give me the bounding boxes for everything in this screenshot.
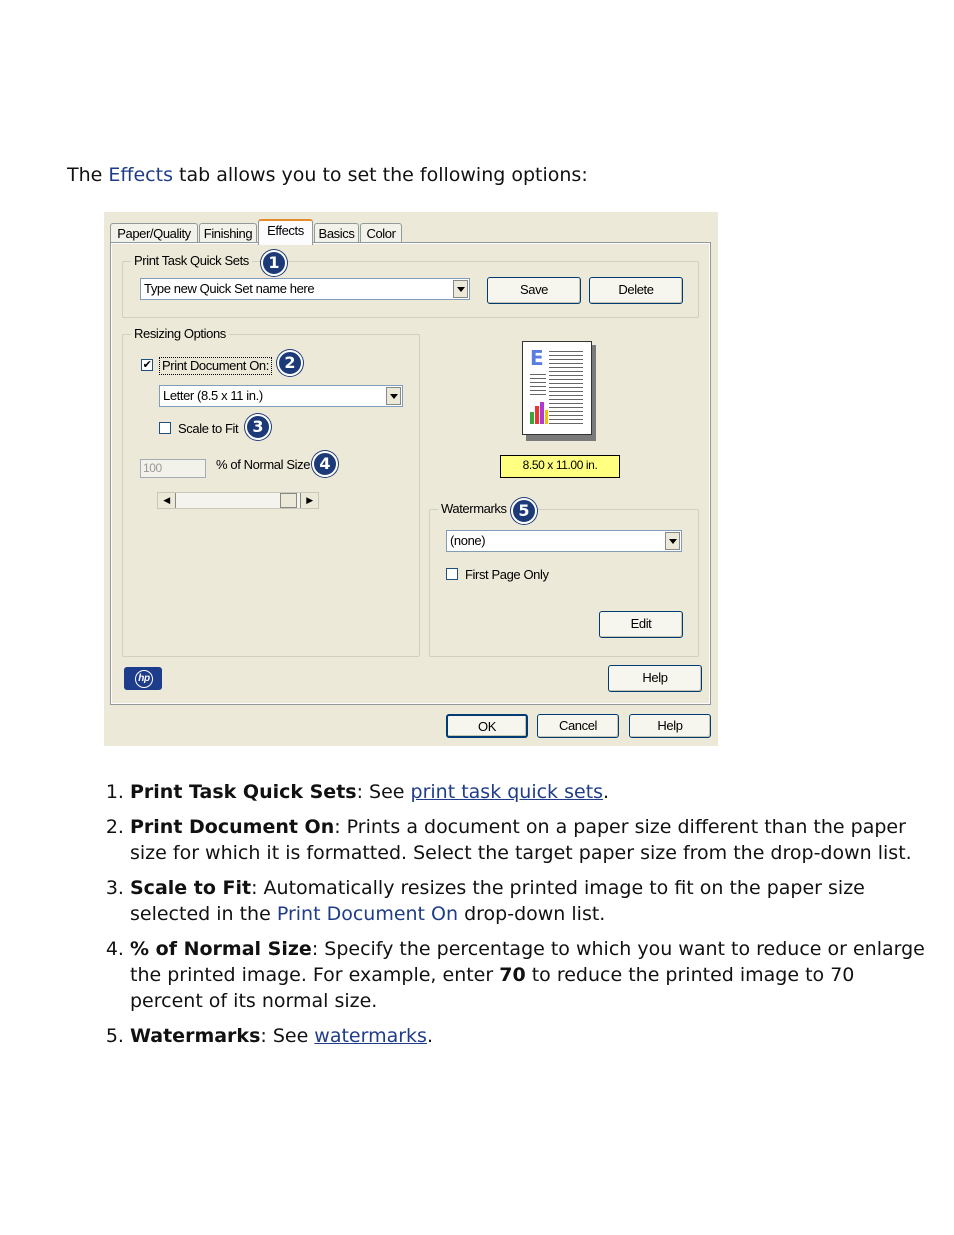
percent-scrollbar[interactable]: ◀ ▶ [157, 492, 319, 509]
intro-paragraph: The Effects tab allows you to set the fo… [67, 163, 588, 187]
intro-text-end: tab allows you to set the following opti… [172, 164, 588, 186]
resizing-options-label: Resizing Options [131, 326, 229, 342]
effects-panel: Print Task Quick Sets 1 Type new Quick S… [110, 242, 711, 705]
quick-set-name-value: Type new Quick Set name here [144, 281, 315, 296]
delete-button[interactable]: Delete [589, 277, 683, 304]
watermarks-group: Watermarks 5 (none) First Page Only Edit [429, 498, 699, 657]
print-document-on-keyword: Print Document On [276, 903, 459, 925]
options-list: Print Task Quick Sets: See print task qu… [90, 779, 930, 1058]
print-document-on-checkbox[interactable]: ✔ [141, 359, 153, 371]
quick-sets-group: Print Task Quick Sets 1 Type new Quick S… [122, 250, 699, 318]
preview-chart-icon [530, 402, 548, 424]
callout-badge-3: 3 [245, 414, 271, 440]
chevron-down-icon[interactable] [453, 280, 468, 298]
paper-size-indicator: 8.50 x 11.00 in. [500, 455, 620, 478]
scroll-thumb[interactable] [280, 493, 297, 508]
watermarks-label: Watermarks [438, 501, 510, 517]
list-item: % of Normal Size: Specify the percentage… [130, 936, 930, 1014]
preview-letter-icon: E [530, 346, 544, 370]
callout-badge-1: 1 [261, 250, 287, 276]
effects-keyword: Effects [108, 164, 173, 186]
example-value: 70 [499, 964, 526, 986]
intro-text: The [67, 164, 109, 186]
chevron-down-icon[interactable] [665, 532, 680, 550]
tab-paper-quality[interactable]: Paper/Quality [110, 223, 198, 243]
scale-to-fit-checkbox[interactable] [159, 422, 171, 434]
callout-badge-4: 4 [312, 451, 338, 477]
help-button[interactable]: Help [629, 714, 711, 738]
scroll-left-icon[interactable]: ◀ [158, 493, 176, 508]
item-term: Print Document On [130, 816, 335, 838]
tab-basics[interactable]: Basics [314, 223, 359, 243]
printer-properties-dialog: Paper/Quality Finishing Effects Basics C… [104, 212, 718, 746]
print-task-quick-sets-link[interactable]: print task quick sets [411, 781, 604, 803]
item-text-end: . [426, 1025, 434, 1047]
percent-label: % of Normal Size [216, 457, 311, 472]
cancel-button[interactable]: Cancel [537, 714, 619, 738]
watermark-value: (none) [450, 533, 486, 548]
help-inner-button[interactable]: Help [608, 665, 702, 692]
item-text: : See [356, 781, 411, 803]
ok-button[interactable]: OK [446, 714, 528, 738]
list-item: Print Document On: Prints a document on … [130, 814, 930, 866]
resizing-options-group: Resizing Options ✔ Print Document On: 2 … [122, 326, 420, 657]
first-page-only-checkbox[interactable] [446, 568, 458, 580]
item-term: % of Normal Size [130, 938, 312, 960]
item-text: : See [260, 1025, 315, 1047]
preview-page: E [522, 341, 592, 435]
item-text-end: drop-down list. [458, 903, 606, 925]
print-document-on-label[interactable]: Print Document On: [159, 357, 272, 375]
list-item: Print Task Quick Sets: See print task qu… [130, 779, 930, 805]
callout-badge-2: 2 [277, 350, 303, 376]
first-page-only-label: First Page Only [465, 567, 549, 582]
quick-set-name-combo[interactable]: Type new Quick Set name here [140, 278, 470, 300]
list-item: Watermarks: See watermarks. [130, 1023, 930, 1049]
item-term: Watermarks [130, 1025, 261, 1047]
save-button[interactable]: Save [487, 277, 581, 304]
chevron-down-icon[interactable] [386, 387, 401, 405]
tab-finishing[interactable]: Finishing [199, 223, 257, 243]
watermarks-link[interactable]: watermarks [314, 1025, 427, 1047]
tab-effects[interactable]: Effects [258, 219, 313, 245]
list-item: Scale to Fit: Automatically resizes the … [130, 875, 930, 927]
scale-to-fit-label: Scale to Fit [178, 421, 239, 436]
preview-text-lines-left [530, 374, 546, 398]
tab-color[interactable]: Color [360, 223, 402, 243]
page-preview: E [522, 341, 596, 441]
watermark-combo[interactable]: (none) [446, 530, 682, 552]
edit-button[interactable]: Edit [599, 611, 683, 638]
hp-logo: hp [124, 667, 162, 690]
paper-size-value: Letter (8.5 x 11 in.) [163, 388, 263, 403]
preview-text-lines [549, 351, 583, 425]
callout-badge-5: 5 [511, 498, 537, 524]
item-term: Print Task Quick Sets [130, 781, 357, 803]
paper-size-combo[interactable]: Letter (8.5 x 11 in.) [159, 385, 403, 407]
quick-sets-label: Print Task Quick Sets [131, 253, 252, 269]
percent-input[interactable]: 100 [140, 459, 206, 478]
item-text-end: . [603, 781, 610, 803]
scroll-right-icon[interactable]: ▶ [300, 493, 318, 508]
item-term: Scale to Fit [130, 877, 252, 899]
